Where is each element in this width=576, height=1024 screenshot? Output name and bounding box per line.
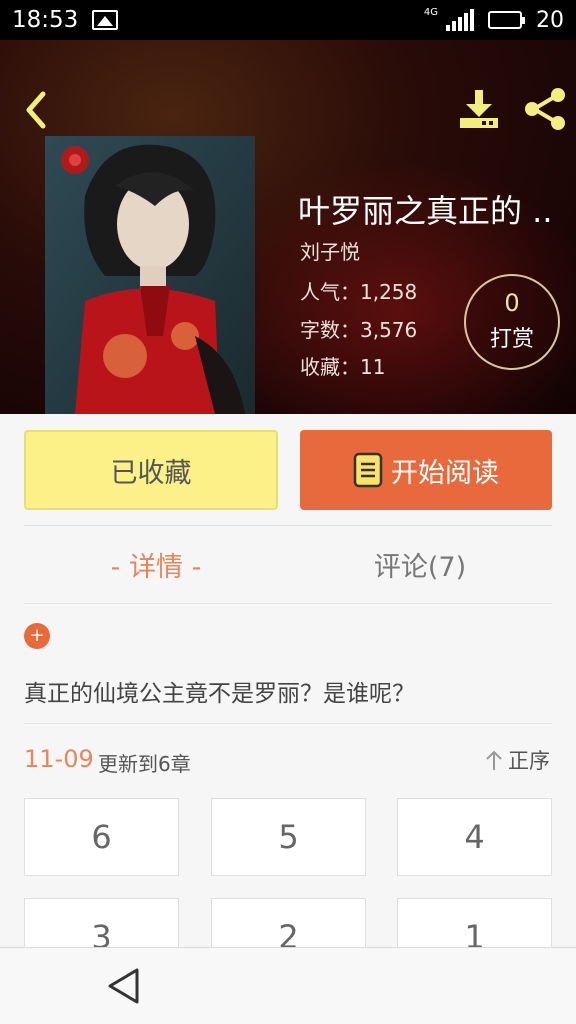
- synopsis-text: 真正的仙境公主竟不是罗丽？是谁呢？: [24, 681, 415, 707]
- favorited-label: 已收藏: [110, 457, 192, 489]
- divider: [24, 525, 552, 526]
- chapter-button[interactable]: 5: [211, 798, 366, 876]
- book-icon: [353, 452, 383, 488]
- stat-word-count: 字数：3,576: [300, 318, 418, 342]
- status-left: 18:53: [12, 7, 119, 33]
- start-reading-label: 开始阅读: [391, 457, 499, 489]
- sort-up-icon: [486, 750, 502, 770]
- expand-synopsis-button[interactable]: +: [24, 623, 50, 649]
- back-button[interactable]: [16, 90, 56, 130]
- reward-button[interactable]: 0 打赏: [464, 274, 560, 370]
- divider: [24, 603, 552, 604]
- sort-label: 正序: [508, 749, 550, 773]
- stat-popularity: 人气：1,258: [300, 280, 418, 304]
- reward-count: 0: [504, 289, 520, 317]
- battery-level: 20: [536, 7, 564, 33]
- book-cover: [45, 136, 255, 414]
- update-text: 更新到6章: [98, 752, 191, 776]
- download-button[interactable]: [454, 86, 504, 132]
- nav-back-icon: [108, 968, 139, 1004]
- book-title: 叶罗丽之真正的 ..: [298, 192, 553, 230]
- nav-back-button[interactable]: [104, 966, 144, 1006]
- download-icon: [460, 90, 498, 128]
- back-icon: [26, 91, 46, 129]
- chapter-button[interactable]: 4: [397, 798, 552, 876]
- plus-icon: +: [29, 625, 45, 646]
- tab-detail[interactable]: - 详情 -: [24, 545, 288, 584]
- share-icon: [525, 88, 565, 130]
- tab-comments[interactable]: 评论(7): [288, 545, 552, 584]
- author-name[interactable]: 刘子悦: [300, 236, 360, 265]
- stat-favorites: 收藏：11: [300, 355, 386, 379]
- book-header: 叶罗丽之真正的 .. 刘子悦 人气：1,258 字数：3,576 收藏：11 0…: [0, 40, 576, 414]
- start-reading-button[interactable]: 开始阅读: [300, 430, 552, 510]
- status-bar: 18:53 4G 20: [0, 0, 576, 40]
- update-date: 11-09: [24, 745, 94, 773]
- status-right: 4G 20: [423, 6, 564, 33]
- chapter-button[interactable]: 6: [24, 798, 179, 876]
- chapter-grid: 6 5 4 3 2 1: [0, 780, 576, 947]
- navigation-bar: [0, 947, 576, 1024]
- chapter-button[interactable]: 1: [397, 898, 552, 947]
- battery-icon: [488, 11, 525, 29]
- chapter-button[interactable]: 3: [24, 898, 179, 947]
- sort-order-button[interactable]: 正序: [484, 745, 554, 775]
- network-label: 4G: [423, 6, 438, 18]
- chapter-button[interactable]: 2: [211, 898, 366, 947]
- status-time: 18:53: [12, 7, 79, 33]
- image-icon: [92, 10, 119, 30]
- favorited-button[interactable]: 已收藏: [24, 430, 278, 510]
- divider: [24, 723, 552, 724]
- cover-illustration: [45, 136, 255, 414]
- signal-icon: [446, 9, 474, 31]
- share-button[interactable]: [520, 86, 570, 132]
- reward-label: 打赏: [489, 327, 534, 352]
